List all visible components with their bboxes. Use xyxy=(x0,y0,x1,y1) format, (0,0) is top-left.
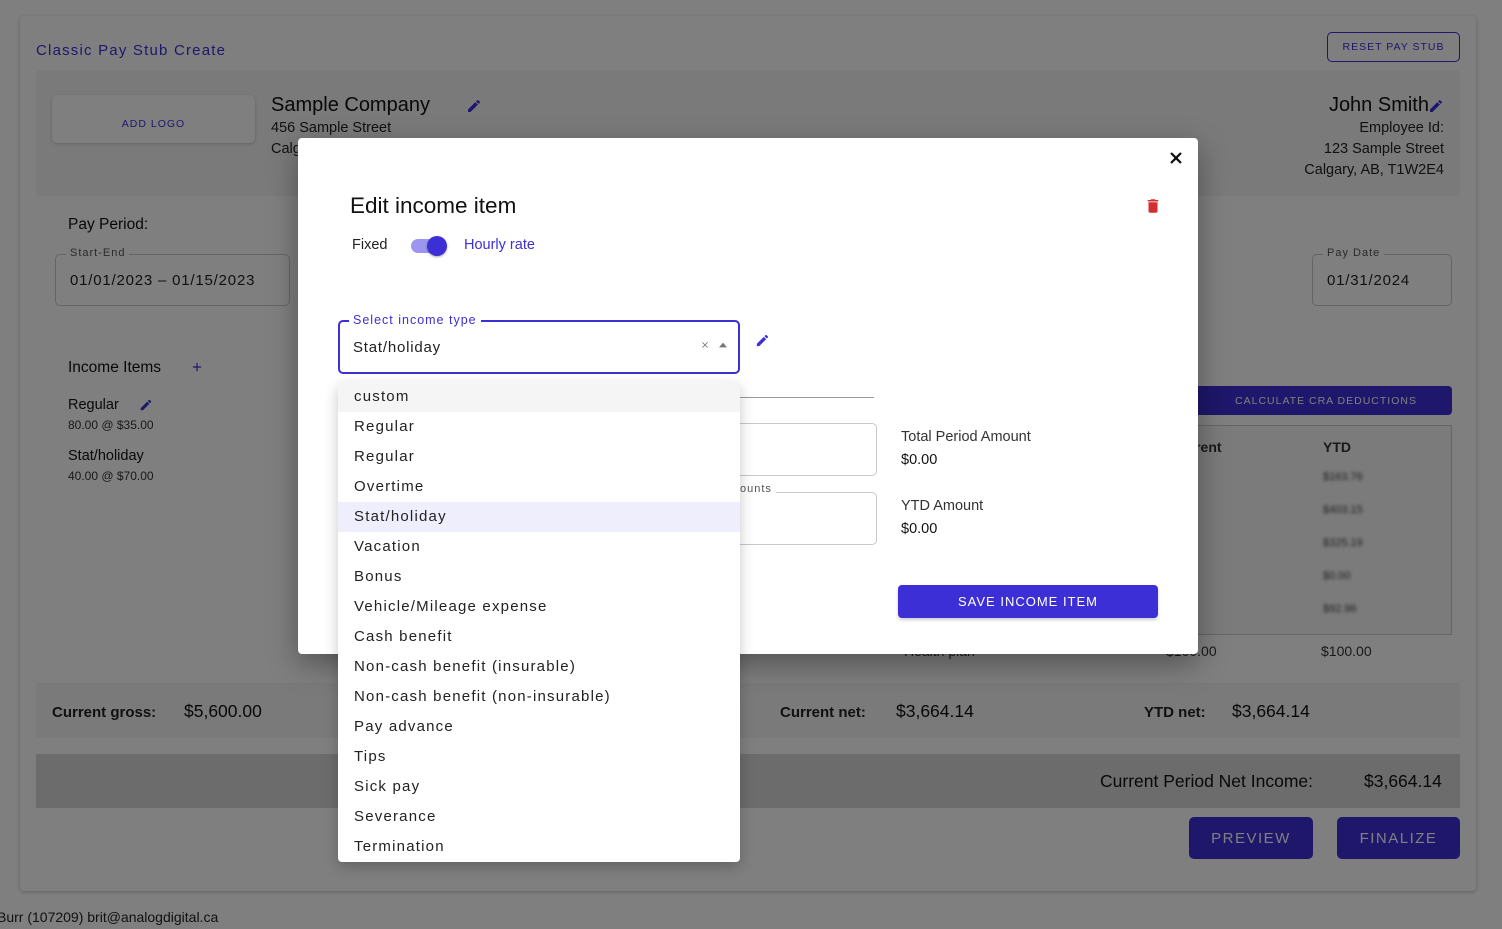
income-type-label: Select income type xyxy=(349,313,481,327)
income-type-option[interactable]: Tips xyxy=(338,742,740,772)
ytd-amounts-field[interactable] xyxy=(740,492,877,545)
fixed-label: Fixed xyxy=(352,237,388,253)
income-type-value: Stat/holiday xyxy=(353,339,441,356)
income-type-option[interactable]: Cash benefit xyxy=(338,622,740,652)
ytd-amount-label: YTD Amount xyxy=(901,498,984,514)
income-type-option[interactable]: Overtime xyxy=(338,472,740,502)
income-type-option[interactable]: Regular xyxy=(338,442,740,472)
income-type-option[interactable]: Severance xyxy=(338,802,740,832)
income-type-option[interactable]: Non-cash benefit (non-insurable) xyxy=(338,682,740,712)
income-type-option[interactable]: Non-cash benefit (insurable) xyxy=(338,652,740,682)
close-icon[interactable] xyxy=(1167,149,1185,167)
income-type-listbox: custom Regular Regular Overtime Stat/hol… xyxy=(338,382,740,862)
save-income-item-button[interactable]: SAVE INCOME ITEM xyxy=(898,585,1158,618)
income-type-option[interactable]: Stat/holiday xyxy=(338,502,740,532)
ytd-amount-value: $0.00 xyxy=(901,521,938,537)
toggle-thumb xyxy=(427,236,447,256)
total-period-amount-label: Total Period Amount xyxy=(901,429,1031,445)
income-type-select[interactable]: Select income type Stat/holiday xyxy=(338,313,740,374)
income-type-option[interactable]: Vacation xyxy=(338,532,740,562)
dialog-title: Edit income item xyxy=(350,193,517,218)
hourly-rate-label: Hourly rate xyxy=(464,237,535,253)
income-type-option[interactable]: Vehicle/Mileage expense xyxy=(338,592,740,622)
description-underline xyxy=(740,397,874,398)
caret-up-icon[interactable] xyxy=(719,342,727,348)
income-type-edit-icon[interactable] xyxy=(755,333,770,348)
hours-field[interactable] xyxy=(740,423,877,476)
income-type-option[interactable]: Pay advance xyxy=(338,712,740,742)
income-type-option[interactable]: Regular xyxy=(338,412,740,442)
ytd-amounts-label: ounts xyxy=(740,483,776,495)
income-type-option[interactable]: Termination xyxy=(338,832,740,862)
clear-icon[interactable] xyxy=(700,340,710,350)
income-type-option[interactable]: custom xyxy=(338,382,740,412)
rate-type-toggle[interactable] xyxy=(409,234,449,258)
income-type-option[interactable]: Bonus xyxy=(338,562,740,592)
total-period-amount-value: $0.00 xyxy=(901,452,938,468)
income-type-option[interactable]: Sick pay xyxy=(338,772,740,802)
trash-icon[interactable] xyxy=(1144,195,1162,217)
